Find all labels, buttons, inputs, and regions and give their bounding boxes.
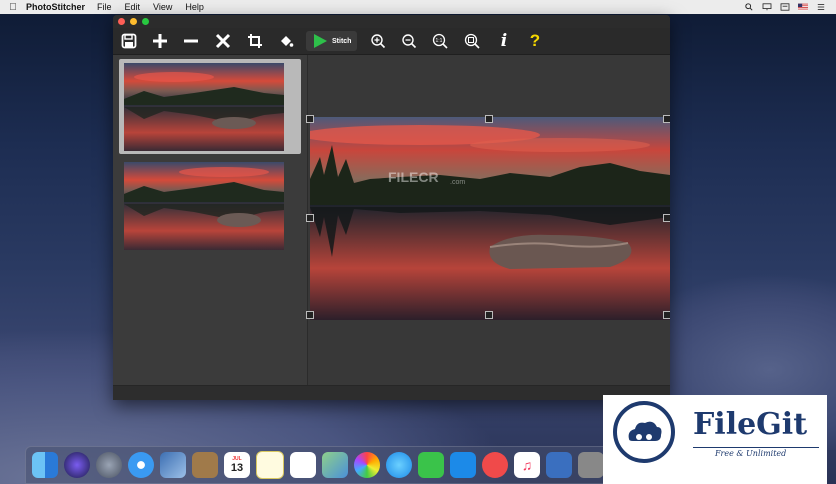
edit-menu[interactable]: Edit bbox=[125, 2, 141, 12]
watermark-text: FILECR bbox=[388, 169, 439, 185]
preview-image: FILECR .com bbox=[310, 117, 670, 320]
zoom-fit-icon bbox=[464, 33, 480, 49]
image-list-sidebar[interactable] bbox=[113, 55, 308, 385]
resize-handle-right[interactable] bbox=[663, 214, 670, 222]
filegit-tagline: Free & Unlimited bbox=[715, 449, 787, 458]
stitch-icon bbox=[314, 34, 327, 48]
info-button[interactable]: i bbox=[494, 31, 514, 51]
dock: JUL 13 ♫ bbox=[25, 446, 637, 484]
title-bar[interactable] bbox=[113, 15, 670, 28]
remove-icon bbox=[184, 39, 198, 43]
watermark-sub: .com bbox=[450, 179, 466, 186]
filegit-logo-badge: FileGit Free & Unlimited bbox=[603, 395, 827, 484]
resize-handle-bottom-right[interactable] bbox=[663, 311, 670, 319]
menu-list-icon[interactable] bbox=[816, 3, 826, 11]
photos-icon[interactable] bbox=[354, 452, 380, 478]
photostitcher-window: Stitch 1:1 i ? FILECR .com bbox=[113, 15, 670, 400]
notification-icon[interactable] bbox=[780, 3, 790, 11]
toolbar: Stitch 1:1 i ? bbox=[113, 28, 670, 55]
facetime-icon[interactable] bbox=[418, 452, 444, 478]
zoom-window-button[interactable] bbox=[142, 18, 149, 25]
stitch-button[interactable]: Stitch bbox=[306, 31, 358, 51]
music-icon[interactable]: ♫ bbox=[514, 452, 540, 478]
thumbnail-image-1 bbox=[124, 63, 284, 151]
actual-size-icon: 1:1 bbox=[432, 33, 448, 49]
resize-handle-top[interactable] bbox=[485, 115, 493, 123]
resize-handle-top-left[interactable] bbox=[306, 115, 314, 123]
image-thumbnail-selected[interactable] bbox=[119, 59, 301, 154]
preview-canvas[interactable]: FILECR .com bbox=[306, 55, 670, 385]
save-button[interactable] bbox=[119, 31, 139, 51]
apple-menu-icon[interactable]:  bbox=[0, 2, 26, 13]
filegit-logo-icon bbox=[613, 401, 675, 463]
crop-button[interactable] bbox=[245, 31, 265, 51]
save-icon bbox=[121, 33, 137, 49]
zoom-out-button[interactable] bbox=[399, 31, 419, 51]
resize-handle-top-right[interactable] bbox=[663, 115, 670, 123]
image-thumbnail-2[interactable] bbox=[124, 162, 284, 250]
info-icon: i bbox=[500, 31, 508, 51]
spotlight-icon[interactable] bbox=[744, 3, 754, 11]
zoom-in-icon bbox=[371, 34, 386, 49]
svg-text:1:1: 1:1 bbox=[436, 38, 443, 44]
system-preferences-icon[interactable] bbox=[578, 452, 604, 478]
stitch-label: Stitch bbox=[332, 37, 352, 45]
resize-handle-left[interactable] bbox=[306, 214, 314, 222]
photostitcher-dock-icon[interactable] bbox=[546, 452, 572, 478]
resize-handle-bottom-left[interactable] bbox=[306, 311, 314, 319]
calendar-day: 13 bbox=[230, 462, 244, 474]
safari-icon[interactable] bbox=[128, 452, 154, 478]
help-icon: ? bbox=[529, 31, 541, 50]
news-icon[interactable] bbox=[482, 452, 508, 478]
zoom-out-icon bbox=[402, 34, 417, 49]
remove-image-button[interactable] bbox=[181, 31, 201, 51]
view-menu[interactable]: View bbox=[153, 2, 172, 12]
add-icon bbox=[153, 34, 167, 48]
launchpad-icon[interactable] bbox=[96, 452, 122, 478]
filegit-divider bbox=[693, 447, 819, 448]
fill-icon bbox=[281, 36, 294, 47]
fill-button[interactable] bbox=[276, 31, 296, 51]
filegit-name: FileGit bbox=[693, 407, 808, 442]
close-window-button[interactable] bbox=[118, 18, 125, 25]
notes-book-icon[interactable] bbox=[192, 452, 218, 478]
messages-icon[interactable] bbox=[386, 452, 412, 478]
add-image-button[interactable] bbox=[150, 31, 170, 51]
help-button[interactable]: ? bbox=[525, 31, 545, 51]
crop-icon bbox=[248, 34, 262, 48]
photo-app-icon[interactable] bbox=[160, 452, 186, 478]
finder-icon[interactable] bbox=[32, 452, 58, 478]
minimize-window-button[interactable] bbox=[130, 18, 137, 25]
siri-icon[interactable] bbox=[64, 452, 90, 478]
maps-icon[interactable] bbox=[322, 452, 348, 478]
status-bar bbox=[113, 385, 670, 400]
file-menu[interactable]: File bbox=[97, 2, 112, 12]
reminders-icon[interactable] bbox=[290, 452, 316, 478]
delete-all-button[interactable] bbox=[213, 31, 233, 51]
us-flag-icon[interactable] bbox=[798, 3, 808, 11]
app-store-icon[interactable] bbox=[450, 452, 476, 478]
display-icon[interactable] bbox=[762, 3, 772, 11]
zoom-in-button[interactable] bbox=[368, 31, 388, 51]
zoom-fit-button[interactable] bbox=[462, 31, 482, 51]
calendar-icon[interactable]: JUL 13 bbox=[224, 452, 250, 478]
actual-size-button[interactable]: 1:1 bbox=[430, 31, 450, 51]
resize-handle-bottom[interactable] bbox=[485, 311, 493, 319]
app-menu[interactable]: PhotoStitcher bbox=[26, 2, 85, 12]
menu-bar:  PhotoStitcher File Edit View Help bbox=[0, 0, 836, 14]
stickies-icon[interactable] bbox=[256, 451, 284, 479]
delete-icon bbox=[215, 33, 231, 49]
help-menu[interactable]: Help bbox=[185, 2, 204, 12]
